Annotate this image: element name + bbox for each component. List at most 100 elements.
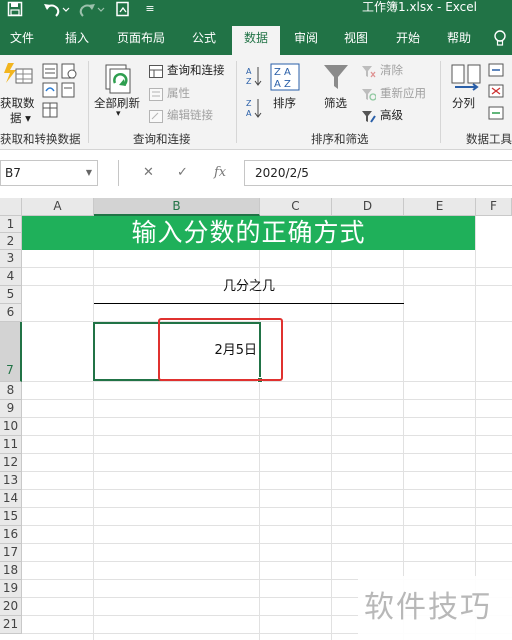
tab-formulas[interactable]: 公式 — [182, 26, 226, 55]
row-header-5[interactable]: 5 — [0, 286, 22, 304]
row-header-11[interactable]: 11 — [0, 436, 22, 454]
column-header-e[interactable]: E — [404, 198, 476, 216]
tab-review[interactable]: 审阅 — [284, 26, 328, 55]
properties-button[interactable]: 属性 — [167, 85, 190, 101]
row-header-14[interactable]: 14 — [0, 490, 22, 508]
formula-bar-divider — [118, 160, 119, 186]
reapply-button[interactable]: 重新应用 — [380, 85, 426, 101]
formula-input[interactable]: 2020/2/5 — [244, 160, 512, 186]
grid-line — [22, 525, 512, 526]
row-header-12[interactable]: 12 — [0, 454, 22, 472]
edit-links-icon[interactable] — [149, 108, 163, 127]
queries-connections-button[interactable]: 查询和连接 — [167, 62, 225, 78]
text-to-columns-icon[interactable] — [451, 63, 481, 95]
queries-connections-icon[interactable] — [149, 63, 163, 82]
row-header-3[interactable]: 3 — [0, 250, 22, 268]
column-header-a[interactable]: A — [22, 198, 94, 216]
row-header-4[interactable]: 4 — [0, 268, 22, 286]
grid-line — [22, 381, 512, 382]
row-header-6[interactable]: 6 — [0, 304, 22, 322]
tab-view[interactable]: 视图 — [334, 26, 378, 55]
row-header-16[interactable]: 16 — [0, 526, 22, 544]
lightbulb-icon[interactable] — [488, 26, 512, 55]
from-text-icon[interactable] — [42, 61, 82, 131]
svg-text:Z: Z — [246, 99, 252, 108]
annotation-highlight-box — [158, 318, 283, 381]
group-queries-label: 查询和连接 — [133, 132, 191, 146]
subtitle-cell[interactable]: 几分之几 — [94, 270, 404, 304]
flash-fill-icon[interactable] — [488, 63, 508, 129]
clear-filter-button[interactable]: 清除 — [380, 62, 403, 78]
advanced-filter-button[interactable]: 高级 — [380, 107, 403, 123]
row-header-1[interactable]: 1 — [0, 216, 22, 233]
reapply-icon[interactable] — [362, 86, 377, 105]
grid-line — [22, 489, 512, 490]
row-header-19[interactable]: 19 — [0, 580, 22, 598]
row-header-9[interactable]: 9 — [0, 400, 22, 418]
watermark-text: 软件技巧 — [364, 590, 492, 625]
sort-dialog-icon[interactable]: Z AA Z — [270, 63, 300, 95]
row-header-7[interactable]: 7 — [0, 322, 22, 382]
column-header-b[interactable]: B — [94, 198, 260, 216]
worksheet-grid[interactable]: A B C D E F 1 2 3 4 5 6 7 8 9 10 11 12 1… — [0, 198, 512, 640]
grid-line — [22, 543, 512, 544]
row-header-13[interactable]: 13 — [0, 472, 22, 490]
row-header-10[interactable]: 10 — [0, 418, 22, 436]
text-to-columns-button[interactable]: 分列 — [452, 95, 475, 111]
column-header-f[interactable]: F — [476, 198, 512, 216]
svg-text:Z A: Z A — [274, 67, 291, 78]
sheet-title-banner[interactable]: 输入分数的正确方式 — [22, 216, 475, 250]
refresh-all-dropdown[interactable]: ▾ — [116, 109, 121, 119]
group-data-tools-label: 数据工具 — [466, 132, 512, 146]
tab-help[interactable]: 帮助 — [436, 26, 482, 55]
clear-filter-icon[interactable] — [362, 63, 376, 82]
tab-data[interactable]: 数据 — [232, 26, 280, 55]
grid-line — [22, 267, 512, 268]
tab-home[interactable]: 开始 — [386, 26, 430, 55]
save-icon[interactable] — [4, 0, 26, 20]
row-header-17[interactable]: 17 — [0, 544, 22, 562]
sort-button[interactable]: 排序 — [273, 95, 296, 111]
excel-window: ≡ 工作簿1.xlsx - Excel 文件 插入 页面布局 公式 数据 审阅 … — [0, 0, 512, 640]
sort-za-icon[interactable]: ZA — [246, 97, 262, 123]
column-header-c[interactable]: C — [260, 198, 332, 216]
svg-text:A Z: A Z — [274, 79, 291, 90]
grid-line — [22, 453, 512, 454]
print-preview-icon[interactable] — [112, 0, 134, 20]
customize-toolbar-icon[interactable]: ≡ — [142, 0, 158, 20]
tab-page-layout[interactable]: 页面布局 — [108, 26, 174, 55]
enter-icon[interactable]: ✓ — [177, 160, 188, 186]
ribbon-divider — [440, 61, 441, 143]
tab-file[interactable]: 文件 — [0, 26, 44, 55]
row-header-20[interactable]: 20 — [0, 598, 22, 616]
row-header-15[interactable]: 15 — [0, 508, 22, 526]
cancel-icon[interactable]: ✕ — [143, 160, 154, 186]
edit-links-button[interactable]: 编辑链接 — [167, 107, 213, 123]
refresh-all-icon[interactable] — [104, 63, 136, 99]
advanced-filter-icon[interactable] — [362, 108, 376, 127]
sort-az-icon[interactable]: AZ — [246, 65, 262, 91]
fx-icon[interactable]: fx — [214, 160, 226, 186]
get-data-dropdown[interactable]: 据 ▾ — [10, 110, 31, 126]
tab-insert[interactable]: 插入 — [54, 26, 100, 55]
row-header-2[interactable]: 2 — [0, 233, 22, 250]
get-data-icon[interactable] — [2, 61, 36, 95]
redo-icon[interactable] — [78, 0, 108, 20]
get-data-button[interactable]: 获取数 — [0, 95, 35, 111]
svg-text:A: A — [246, 67, 252, 76]
row-header-18[interactable]: 18 — [0, 562, 22, 580]
name-box[interactable]: B7 ▼ — [0, 160, 98, 186]
filter-icon[interactable] — [323, 63, 349, 95]
undo-icon[interactable] — [40, 0, 72, 20]
chevron-down-icon[interactable]: ▼ — [86, 161, 92, 185]
select-all-corner[interactable] — [0, 198, 22, 216]
filter-button[interactable]: 筛选 — [324, 95, 347, 111]
group-sort-filter-label: 排序和筛选 — [311, 132, 369, 146]
column-header-d[interactable]: D — [332, 198, 404, 216]
row-header-8[interactable]: 8 — [0, 382, 22, 400]
properties-icon[interactable] — [149, 86, 163, 105]
title-bar: ≡ 工作簿1.xlsx - Excel — [0, 0, 512, 22]
row-header-21[interactable]: 21 — [0, 616, 22, 634]
grid-line — [22, 399, 512, 400]
watermark: 软件技巧 — [358, 576, 512, 640]
